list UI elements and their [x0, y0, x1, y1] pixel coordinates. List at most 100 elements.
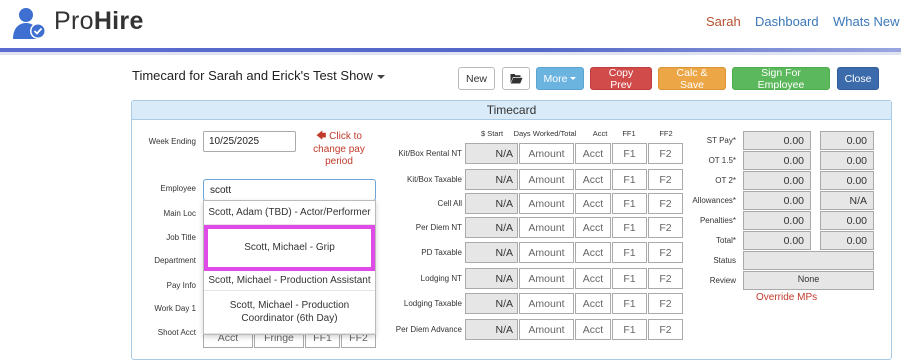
folder-open-icon: [510, 74, 523, 84]
ff2-input[interactable]: F2: [648, 193, 683, 214]
pay-period-hint[interactable]: 🡄 Click to change pay period: [312, 131, 366, 169]
summary-value: 0.00: [743, 151, 811, 170]
ff2-input[interactable]: F2: [648, 143, 683, 164]
brand-logo[interactable]: ProHire: [54, 7, 144, 36]
employee-search-input[interactable]: scott: [203, 179, 376, 201]
shoot-acct-label: Shoot Acct: [157, 328, 196, 337]
amount-input[interactable]: Amount: [519, 268, 574, 289]
allowance-row-label: PD Taxable: [421, 248, 462, 257]
summary-label: Penalties*: [699, 216, 736, 225]
ff1-input[interactable]: F1: [612, 242, 647, 263]
col-head-days: Days Worked/Total: [513, 129, 577, 138]
more-button[interactable]: More: [536, 67, 584, 90]
week-ending-label: Week Ending: [148, 137, 196, 146]
nav-whats-new-link[interactable]: Whats New: [833, 14, 899, 29]
ff2-input[interactable]: F2: [648, 319, 683, 340]
allowance-row-label: Cell All: [437, 199, 462, 208]
arrow-left-icon: 🡄: [316, 131, 330, 142]
department-label: Department: [154, 256, 196, 265]
caret-down-icon: [376, 74, 385, 79]
sign-for-employee-button[interactable]: Sign For Employee: [732, 67, 830, 91]
ff1-input[interactable]: F1: [612, 319, 647, 340]
employee-option[interactable]: Scott, Michael - Production Coordinator …: [204, 291, 375, 334]
ff1-input[interactable]: F1: [612, 143, 647, 164]
header-divider-shadow: [0, 52, 901, 55]
col-head-ff1: FF1: [622, 129, 636, 138]
summary-value-alt: 0.00: [820, 151, 874, 170]
summary-value: 0.00: [743, 171, 811, 190]
acct-input[interactable]: Acct: [575, 268, 611, 289]
amount-input[interactable]: Amount: [519, 242, 574, 263]
amount-input[interactable]: Amount: [519, 193, 574, 214]
acct-input[interactable]: Acct: [575, 319, 611, 340]
ff1-input[interactable]: F1: [612, 293, 647, 314]
amount-input[interactable]: Amount: [519, 143, 574, 164]
employee-option[interactable]: Scott, Adam (TBD) - Actor/Performer: [204, 201, 375, 225]
review-field: None: [743, 271, 874, 290]
ff1-input[interactable]: F1: [612, 268, 647, 289]
work-day-label: Work Day 1: [154, 304, 196, 313]
start-cell: N/A: [465, 217, 518, 238]
acct-input[interactable]: Acct: [575, 242, 611, 263]
week-ending-input[interactable]: 10/25/2025: [203, 131, 296, 152]
summary-value: 0.00: [743, 231, 811, 250]
ff2-input[interactable]: F2: [648, 169, 683, 190]
start-cell: N/A: [465, 268, 518, 289]
pay-info-label: Pay Info: [166, 281, 196, 290]
acct-input[interactable]: Acct: [575, 169, 611, 190]
summary-value: 0.00: [743, 131, 811, 150]
allowance-row-label: Lodging Taxable: [403, 299, 462, 308]
summary-value: 0.00: [743, 211, 811, 230]
override-mps-link[interactable]: Override MPs: [756, 292, 817, 303]
employee-option[interactable]: Scott, Michael - Production Assistant: [204, 271, 375, 291]
summary-label: Allowances*: [692, 196, 736, 205]
employee-label: Employee: [160, 184, 196, 193]
allowance-row-label: Per Diem Advance: [395, 325, 462, 334]
start-cell: N/A: [465, 193, 518, 214]
acct-input[interactable]: Acct: [575, 143, 611, 164]
nav-dashboard-link[interactable]: Dashboard: [755, 14, 819, 29]
open-button[interactable]: [502, 67, 530, 90]
ff1-input[interactable]: F1: [612, 169, 647, 190]
start-cell: N/A: [465, 319, 518, 340]
acct-input[interactable]: Acct: [575, 293, 611, 314]
ff1-input[interactable]: F1: [612, 217, 647, 238]
ff2-input[interactable]: F2: [648, 217, 683, 238]
ff2-input[interactable]: F2: [648, 242, 683, 263]
timecard-title-menu[interactable]: Timecard for Sarah and Erick's Test Show: [132, 68, 385, 83]
new-button[interactable]: New: [458, 67, 495, 90]
allowance-row-label: Per Diem NT: [415, 223, 462, 232]
start-cell: N/A: [465, 143, 518, 164]
calc-save-button[interactable]: Calc & Save: [658, 67, 726, 91]
summary-value-alt: N/A: [820, 191, 874, 210]
amount-input[interactable]: Amount: [519, 293, 574, 314]
ff1-input[interactable]: F1: [612, 193, 647, 214]
allowance-row-label: Kit/Box Rental NT: [398, 149, 462, 158]
ff2-input[interactable]: F2: [648, 268, 683, 289]
amount-input[interactable]: Amount: [519, 169, 574, 190]
summary-label: OT 2*: [715, 176, 736, 185]
panel-title: Timecard: [132, 101, 891, 120]
allowance-row-label: Lodging NT: [420, 274, 462, 283]
amount-input[interactable]: Amount: [519, 319, 574, 340]
acct-input[interactable]: Acct: [575, 193, 611, 214]
app-header: ProHire Sarah Dashboard Whats New: [0, 0, 901, 50]
employee-dropdown: Scott, Adam (TBD) - Actor/Performer Scot…: [203, 200, 376, 335]
summary-label: Total*: [715, 236, 736, 245]
nav-user-link[interactable]: Sarah: [706, 14, 741, 29]
copy-prev-button[interactable]: Copy Prev: [590, 67, 652, 91]
main-loc-label: Main Loc: [163, 209, 196, 218]
col-head-ff2: FF2: [659, 129, 673, 138]
job-title-label: Job Title: [166, 233, 196, 242]
status-field: [743, 251, 874, 270]
summary-value-alt: 0.00: [820, 211, 874, 230]
summary-value-alt: 0.00: [820, 231, 874, 250]
acct-input[interactable]: Acct: [575, 217, 611, 238]
start-cell: N/A: [465, 293, 518, 314]
close-button[interactable]: Close: [837, 67, 879, 90]
employee-option-highlighted[interactable]: Scott, Michael - Grip: [204, 225, 375, 271]
amount-input[interactable]: Amount: [519, 217, 574, 238]
review-label: Review: [709, 276, 736, 285]
ff2-input[interactable]: F2: [648, 293, 683, 314]
user-check-icon: [13, 8, 46, 39]
